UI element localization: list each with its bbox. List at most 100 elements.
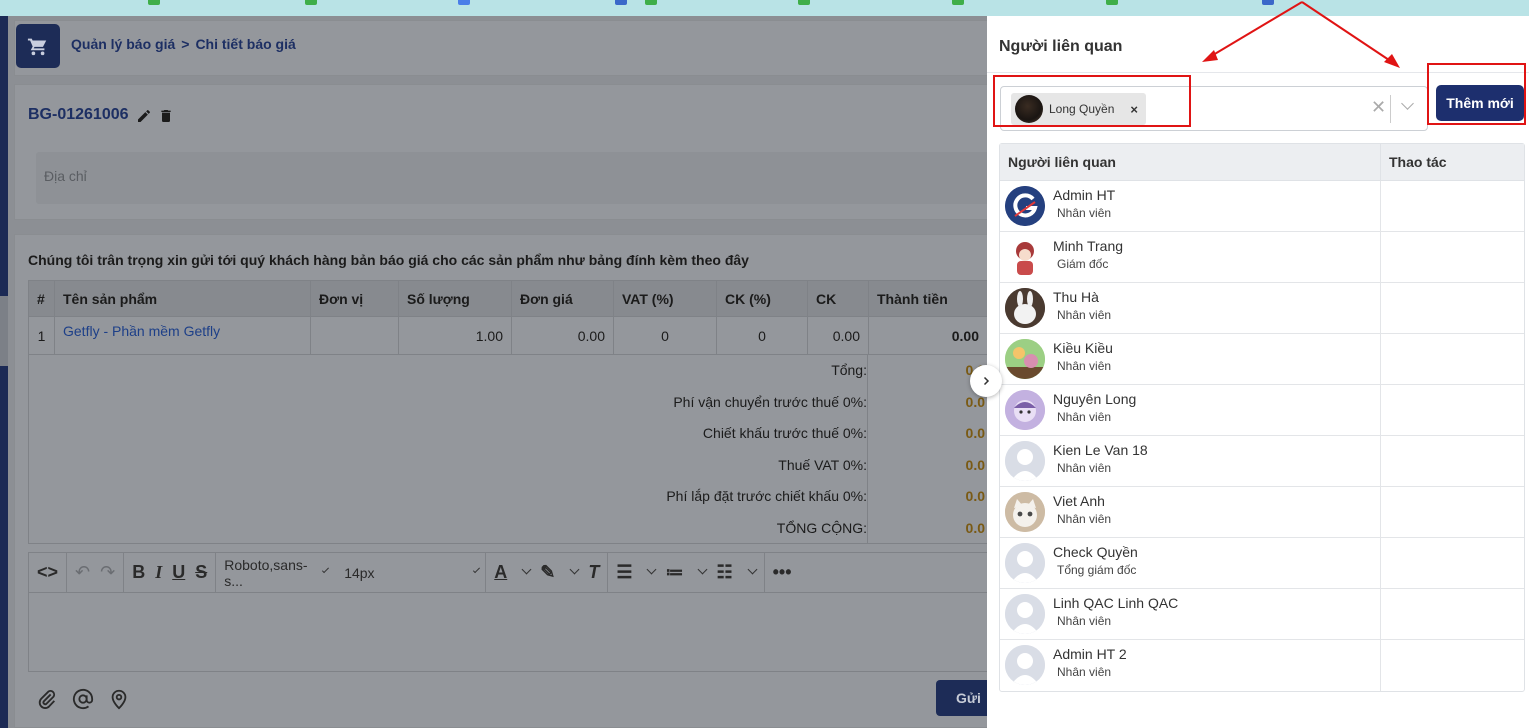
avatar — [1005, 645, 1045, 685]
bookmark-icon[interactable] — [305, 0, 317, 5]
underline-icon[interactable]: U — [172, 562, 185, 583]
total-label: Chiết khấu trước thuế 0%: — [702, 425, 867, 441]
person-name: Admin HT 2 — [1053, 646, 1127, 662]
table-row: Viet Anh Nhân viên — [1000, 487, 1524, 538]
avatar — [1005, 288, 1045, 328]
table-row: Thu Hà Nhân viên — [1000, 283, 1524, 334]
col-header: Đơn giá — [511, 280, 614, 317]
redo-icon[interactable]: ↷ — [100, 562, 115, 583]
total-label: Thuế VAT 0%: — [778, 457, 867, 473]
total-value: 0.0 — [965, 488, 985, 504]
bookmark-icon[interactable] — [645, 0, 657, 5]
person-role: Nhân viên — [1057, 206, 1112, 220]
chevron-right-icon — [983, 376, 990, 386]
bullet-list-icon[interactable]: ☷ — [716, 562, 732, 583]
col-header: CK — [807, 280, 869, 317]
intro-text: Chúng tôi trân trọng xin gửi tới quý khá… — [28, 252, 749, 268]
col-header-person: Người liên quan — [1000, 144, 1381, 180]
editor-toolbar: <> ↶ ↷ BIUS Roboto,sans-s... 14px A ✎ T ☰ ≔ ☷ … — [29, 552, 989, 593]
col-header: Thành tiền — [868, 280, 988, 317]
product-link[interactable]: Getfly - Phần mềm Getfly — [63, 323, 220, 339]
person-role: Nhân viên — [1057, 512, 1112, 526]
bookmark-icon[interactable] — [952, 0, 964, 5]
breadcrumb-parent[interactable]: Quản lý báo giá — [71, 36, 175, 52]
person-role: Nhân viên — [1057, 461, 1112, 475]
edit-icon[interactable] — [136, 108, 152, 124]
person-role: Nhân viên — [1057, 308, 1112, 322]
bookmark-icon[interactable] — [1106, 0, 1118, 5]
total-value: 0.0 — [965, 457, 985, 473]
table-row: Kiều Kiều Nhân viên — [1000, 334, 1524, 385]
cell-ck-percent: 0 — [716, 316, 808, 355]
breadcrumb-separator: > — [181, 36, 190, 52]
quote-code: BG-01261006 — [28, 106, 129, 123]
bookmark-icon[interactable] — [615, 0, 627, 5]
text-color-icon[interactable]: A — [494, 562, 507, 583]
code-view-icon[interactable]: <> — [37, 562, 58, 583]
cell-quantity: 1.00 — [398, 316, 512, 355]
avatar — [1005, 186, 1045, 226]
total-label: Tổng: — [831, 362, 867, 378]
annotation-box-button — [1427, 63, 1526, 125]
location-icon[interactable] — [108, 688, 130, 710]
total-value: 0.0 — [965, 520, 985, 536]
col-header: Tên sản phẩm — [54, 280, 311, 317]
cell-ck: 0.00 — [807, 316, 869, 355]
table-row: Admin HT Nhân viên — [1000, 181, 1524, 232]
italic-icon[interactable]: I — [155, 562, 162, 583]
panel-title: Người liên quan — [999, 38, 1123, 55]
bold-icon[interactable]: B — [132, 562, 145, 583]
person-role: Nhân viên — [1057, 665, 1112, 679]
person-role: Nhân viên — [1057, 410, 1112, 424]
cell-index: 1 — [28, 316, 55, 355]
cart-icon — [27, 38, 47, 56]
avatar — [1005, 237, 1045, 277]
bookmark-icon[interactable] — [798, 0, 810, 5]
bookmark-icon[interactable] — [458, 0, 470, 5]
highlight-icon[interactable]: ✎ — [540, 562, 555, 583]
font-family-select[interactable]: Roboto,sans-s... — [224, 557, 307, 589]
chevron-down-icon[interactable] — [1401, 97, 1414, 110]
person-name: Viet Anh — [1053, 493, 1105, 509]
table-row: 1 Getfly - Phần mềm Getfly 1.00 0.00 0 0… — [28, 316, 988, 355]
person-role: Nhân viên — [1057, 359, 1112, 373]
product-table: # Tên sản phẩm Đơn vị Số lượng Đơn giá V… — [28, 280, 988, 355]
rich-text-editor[interactable]: <> ↶ ↷ BIUS Roboto,sans-s... 14px A ✎ T ☰ ≔ ☷ … — [28, 552, 989, 672]
font-size-select[interactable]: 14px — [344, 565, 374, 581]
strikethrough-icon[interactable]: S — [195, 562, 207, 583]
clear-selection-icon[interactable]: ✕ — [1371, 97, 1386, 118]
person-role: Giám đốc — [1057, 257, 1109, 271]
person-name: Kien Le Van 18 — [1053, 442, 1148, 458]
composer-actions — [36, 688, 130, 710]
mention-icon[interactable] — [72, 688, 94, 710]
col-header-action: Thao tác — [1389, 154, 1447, 170]
attachment-icon[interactable] — [36, 688, 58, 710]
bookmark-icon[interactable] — [148, 0, 160, 5]
breadcrumb: Quản lý báo giá > Chi tiết báo giá — [71, 36, 296, 52]
quote-detail-page: Quản lý báo giá > Chi tiết báo giá BG-0126… — [8, 16, 996, 728]
cell-price: 0.00 — [511, 316, 614, 355]
total-label: Phí vận chuyển trước thuế 0%: — [673, 394, 867, 410]
person-name: Minh Trang — [1053, 238, 1124, 254]
person-name: Thu Hà — [1053, 289, 1099, 305]
undo-icon[interactable]: ↶ — [75, 562, 90, 583]
col-header: Đơn vị — [310, 280, 399, 317]
cart-icon-button[interactable] — [16, 24, 60, 68]
trash-icon[interactable] — [158, 108, 174, 124]
person-role: Nhân viên — [1057, 614, 1112, 628]
collapse-panel-button[interactable] — [970, 365, 1002, 397]
person-name: Kiều Kiều — [1053, 340, 1113, 356]
ordered-list-icon[interactable]: ≔ — [665, 562, 683, 583]
more-icon[interactable]: ••• — [773, 562, 792, 583]
person-name: Check Quyền — [1053, 544, 1138, 560]
address-field[interactable]: Địa chỉ — [36, 152, 996, 204]
person-name: Nguyên Long — [1053, 391, 1137, 407]
col-header: # — [28, 280, 55, 317]
table-row: Minh Trang Giám đốc — [1000, 232, 1524, 283]
align-icon[interactable]: ☰ — [616, 562, 632, 583]
avatar — [1005, 441, 1045, 481]
person-role: Tổng giám đốc — [1057, 563, 1137, 577]
avatar — [1005, 339, 1045, 379]
total-label: Phí lắp đặt trước chiết khấu 0%: — [666, 488, 867, 504]
clear-format-icon[interactable]: T — [588, 562, 599, 583]
